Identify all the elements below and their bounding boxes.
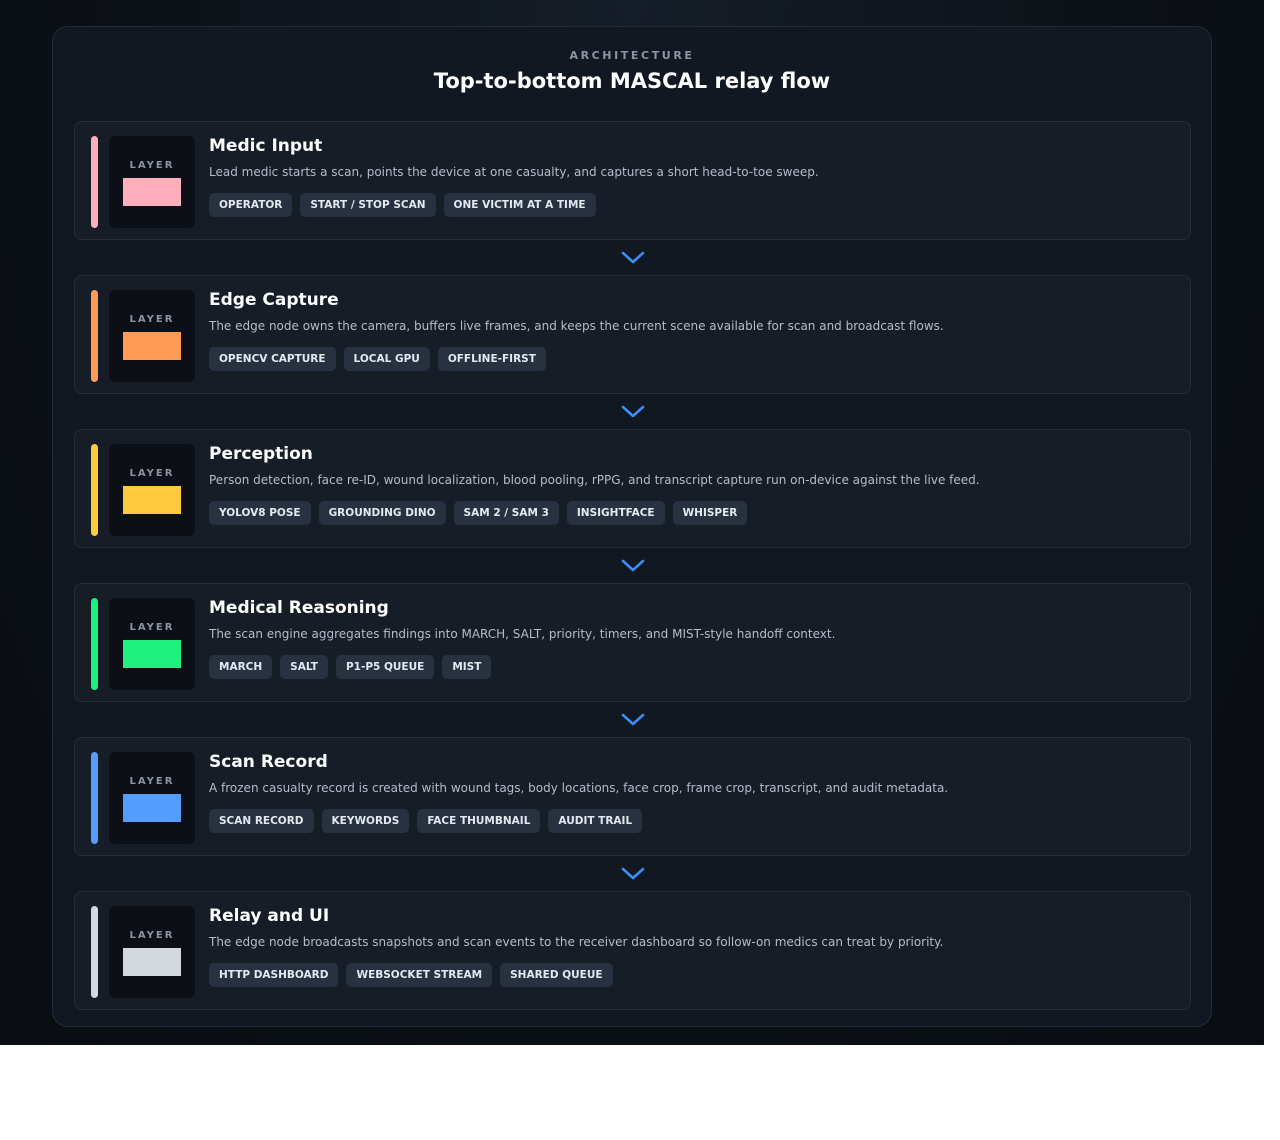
layer-title: Scan Record bbox=[209, 752, 328, 772]
layer-color-swatch bbox=[123, 332, 181, 360]
layer-chip-label: LAYER bbox=[129, 776, 175, 787]
layer-description: Lead medic starts a scan, points the dev… bbox=[209, 165, 819, 179]
layer-chip: LAYER bbox=[109, 906, 195, 998]
flow-connector bbox=[74, 240, 1191, 275]
layer-tag-list: OPENCV CAPTURE LOCAL GPU OFFLINE-FIRST bbox=[209, 347, 546, 371]
layer-card: LAYER Perception Person detection, face re… bbox=[74, 429, 1191, 548]
layer-accent-bar bbox=[91, 290, 98, 382]
layer-color-swatch bbox=[123, 640, 181, 668]
layer-chip: LAYER bbox=[109, 444, 195, 536]
flow-connector bbox=[74, 394, 1191, 429]
layer-chip: LAYER bbox=[109, 136, 195, 228]
layer-tag: AUDIT TRAIL bbox=[548, 809, 643, 833]
layer-stack: LAYER Medic Input Lead medic starts a scan… bbox=[74, 121, 1191, 1010]
layer-tag: OPERATOR bbox=[209, 193, 293, 217]
layer-tag: SAM 2 / SAM 3 bbox=[453, 501, 559, 525]
flow-connector bbox=[74, 702, 1191, 737]
layer-card: LAYER Scan Record A frozen casualty record… bbox=[74, 737, 1191, 856]
layer-chip: LAYER bbox=[109, 598, 195, 690]
layer-tag: LOCAL GPU bbox=[343, 347, 430, 371]
layer-title: Perception bbox=[209, 444, 313, 464]
layer-description: The edge node broadcasts snapshots and s… bbox=[209, 935, 944, 949]
layer-accent-bar bbox=[91, 598, 98, 690]
section-eyebrow: ARCHITECTURE bbox=[569, 49, 695, 62]
layer-tag: YOLOV8 POSE bbox=[209, 501, 311, 525]
layer-tag-list: YOLOV8 POSE GROUNDING DINO SAM 2 / SAM 3 IN… bbox=[209, 501, 748, 525]
layer-accent-bar bbox=[91, 444, 98, 536]
layer-tag: SALT bbox=[280, 655, 328, 679]
layer-card: LAYER Medical Reasoning The scan engine ag… bbox=[74, 583, 1191, 702]
chevron-down-icon bbox=[621, 405, 644, 417]
layer-description: The scan engine aggregates findings into… bbox=[209, 627, 836, 641]
layer-description: A frozen casualty record is created with… bbox=[209, 781, 949, 795]
layer-card: LAYER Edge Capture The edge node owns the … bbox=[74, 275, 1191, 394]
layer-chip-label: LAYER bbox=[129, 314, 175, 325]
layer-tag: GROUNDING DINO bbox=[318, 501, 446, 525]
architecture-panel: ARCHITECTURE Top-to-bottom MASCAL relay … bbox=[52, 26, 1212, 1027]
diagram-title: Top-to-bottom MASCAL relay flow bbox=[433, 69, 831, 93]
layer-tag-list: HTTP DASHBOARD WEBSOCKET STREAM SHARED QUE… bbox=[209, 963, 613, 987]
flow-connector bbox=[74, 856, 1191, 891]
chevron-down-icon bbox=[621, 713, 644, 725]
layer-title: Edge Capture bbox=[209, 290, 339, 310]
layer-color-swatch bbox=[123, 486, 181, 514]
layer-tag: FACE THUMBNAIL bbox=[417, 809, 541, 833]
layer-accent-bar bbox=[91, 752, 98, 844]
flow-connector bbox=[74, 548, 1191, 583]
layer-title: Relay and UI bbox=[209, 906, 330, 926]
layer-title: Medical Reasoning bbox=[209, 598, 389, 618]
layer-accent-bar bbox=[91, 906, 98, 998]
layer-chip-label: LAYER bbox=[129, 930, 175, 941]
layer-description: Person detection, face re-ID, wound loca… bbox=[209, 473, 980, 487]
chevron-down-icon bbox=[621, 867, 644, 879]
layer-tag: MIST bbox=[442, 655, 492, 679]
layer-tag: SCAN RECORD bbox=[209, 809, 314, 833]
layer-tag: KEYWORDS bbox=[321, 809, 410, 833]
layer-color-swatch bbox=[123, 794, 181, 822]
layer-color-swatch bbox=[123, 948, 181, 976]
layer-tag-list: MARCH SALT P1-P5 QUEUE MIST bbox=[209, 655, 492, 679]
chevron-down-icon bbox=[621, 251, 644, 263]
layer-chip: LAYER bbox=[109, 290, 195, 382]
layer-description: The edge node owns the camera, buffers l… bbox=[209, 319, 944, 333]
layer-chip-label: LAYER bbox=[129, 160, 175, 171]
layer-color-swatch bbox=[123, 178, 181, 206]
layer-tag-list: OPERATOR START / STOP SCAN ONE VICTIM AT A… bbox=[209, 193, 596, 217]
layer-tag: HTTP DASHBOARD bbox=[209, 963, 339, 987]
chevron-down-icon bbox=[621, 559, 644, 571]
layer-tag: WHISPER bbox=[672, 501, 748, 525]
layer-accent-bar bbox=[91, 136, 98, 228]
layer-tag: MARCH bbox=[209, 655, 273, 679]
layer-card: LAYER Relay and UI The edge node broadcast… bbox=[74, 891, 1191, 1010]
layer-tag: START / STOP SCAN bbox=[300, 193, 436, 217]
layer-tag: WEBSOCKET STREAM bbox=[346, 963, 493, 987]
layer-tag-list: SCAN RECORD KEYWORDS FACE THUMBNAIL AUDIT T… bbox=[209, 809, 643, 833]
layer-tag: OPENCV CAPTURE bbox=[209, 347, 336, 371]
layer-title: Medic Input bbox=[209, 136, 323, 156]
layer-chip-label: LAYER bbox=[129, 622, 175, 633]
layer-tag: INSIGHTFACE bbox=[566, 501, 665, 525]
layer-tag: SHARED QUEUE bbox=[500, 963, 613, 987]
layer-chip: LAYER bbox=[109, 752, 195, 844]
layer-tag: ONE VICTIM AT A TIME bbox=[443, 193, 596, 217]
layer-tag: OFFLINE-FIRST bbox=[437, 347, 546, 371]
layer-card: LAYER Medic Input Lead medic starts a scan… bbox=[74, 121, 1191, 240]
layer-chip-label: LAYER bbox=[129, 468, 175, 479]
layer-tag: P1-P5 QUEUE bbox=[335, 655, 435, 679]
